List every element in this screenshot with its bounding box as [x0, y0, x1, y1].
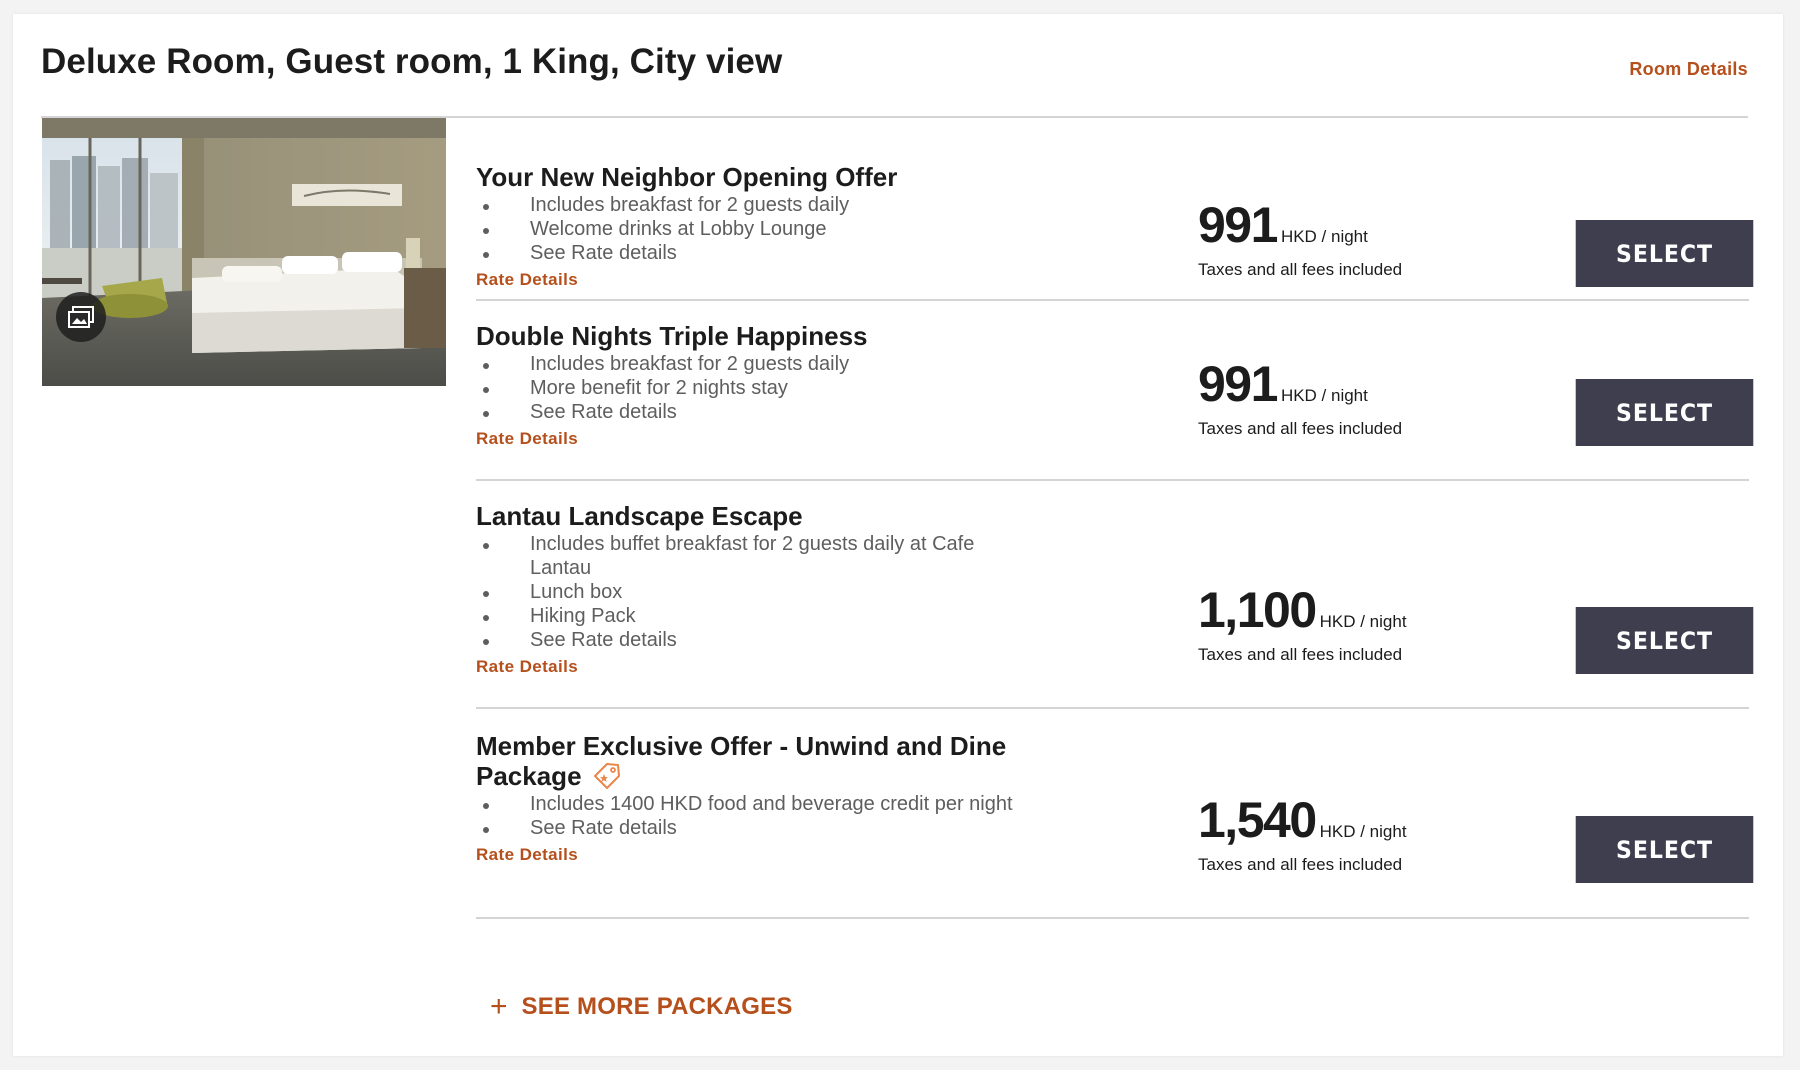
photo-gallery-button[interactable]: [56, 292, 106, 342]
rate-perks: Includes buffet breakfast for 2 guests d…: [476, 532, 1749, 652]
select-button[interactable]: SELECT: [1575, 379, 1754, 446]
plus-icon: +: [490, 990, 508, 1023]
select-button[interactable]: SELECT: [1575, 816, 1754, 883]
price-note: Taxes and all fees included: [1198, 419, 1403, 438]
rate-row: Lantau Landscape Escape Includes buffet …: [476, 481, 1754, 709]
room-title: Deluxe Room, Guest room, 1 King, City vi…: [41, 42, 783, 81]
rate-perks: Includes breakfast for 2 guests daily Mo…: [476, 352, 1749, 424]
price-amount: 991: [1198, 356, 1278, 412]
rate-details-link[interactable]: Rate Details: [476, 657, 578, 677]
room-details-link[interactable]: Room Details: [1629, 59, 1748, 80]
rate-details-link[interactable]: Rate Details: [476, 429, 578, 449]
see-more-label: SEE MORE PACKAGES: [521, 993, 793, 1020]
perk-item: Hiking Pack: [476, 604, 1036, 628]
price-block: 991 HKD / night Taxes and all fees includ…: [1198, 355, 1402, 439]
perk-item: See Rate details: [476, 400, 1036, 424]
rate-row: Member Exclusive Offer - Unwind and Dine…: [476, 709, 1754, 919]
price-unit: HKD / night: [1319, 822, 1407, 841]
rate-details-link[interactable]: Rate Details: [476, 845, 578, 865]
price-note: Taxes and all fees included: [1198, 645, 1403, 664]
perk-item: See Rate details: [476, 628, 1036, 652]
rate-info: Lantau Landscape Escape Includes buffet …: [476, 481, 1749, 677]
select-button[interactable]: SELECT: [1575, 607, 1754, 674]
price-note: Taxes and all fees included: [1198, 855, 1403, 874]
rate-name: Your New Neighbor Opening Offer: [476, 162, 898, 192]
price-block: 991 HKD / night Taxes and all fees includ…: [1198, 196, 1402, 280]
rate-info: Double Nights Triple Happiness Includes …: [476, 301, 1749, 449]
room-photo-image: [42, 118, 446, 386]
price-block: 1,540 HKD / night Taxes and all fees incl…: [1198, 791, 1407, 875]
room-card: Deluxe Room, Guest room, 1 King, City vi…: [13, 14, 1783, 1056]
perk-item: Includes buffet breakfast for 2 guests d…: [476, 532, 1036, 580]
perk-item: Lunch box: [476, 580, 1036, 604]
photo-gallery-icon: [68, 306, 94, 328]
perk-item: Includes breakfast for 2 guests daily: [476, 352, 1036, 376]
price-unit: HKD / night: [1280, 386, 1368, 405]
price-amount: 991: [1198, 197, 1278, 253]
rate-details-link[interactable]: Rate Details: [476, 270, 578, 290]
price-unit: HKD / night: [1319, 612, 1407, 631]
rate-info: Member Exclusive Offer - Unwind and Dine…: [476, 709, 1749, 865]
price-unit: HKD / night: [1280, 227, 1368, 246]
rate-name: Lantau Landscape Escape: [476, 501, 803, 531]
rate-row: Double Nights Triple Happiness Includes …: [476, 301, 1754, 481]
rate-name: Double Nights Triple Happiness: [476, 321, 868, 351]
rate-list: Your New Neighbor Opening Offer Includes…: [476, 118, 1754, 919]
see-more-packages-button[interactable]: + SEE MORE PACKAGES: [490, 992, 793, 1022]
perk-item: Includes breakfast for 2 guests daily: [476, 193, 1036, 217]
price-amount: 1,540: [1198, 792, 1317, 848]
select-button[interactable]: SELECT: [1575, 220, 1754, 287]
price-block: 1,100 HKD / night Taxes and all fees incl…: [1198, 581, 1407, 665]
perk-item: Welcome drinks at Lobby Lounge: [476, 217, 1036, 241]
perk-item: See Rate details: [476, 816, 1036, 840]
rate-perks: Includes breakfast for 2 guests daily We…: [476, 193, 1749, 265]
perk-item: More benefit for 2 nights stay: [476, 376, 1036, 400]
perk-item: Includes 1400 HKD food and beverage cred…: [476, 792, 1036, 816]
price-amount: 1,100: [1198, 582, 1317, 638]
room-photo[interactable]: [42, 118, 446, 386]
rate-info: Your New Neighbor Opening Offer Includes…: [476, 118, 1749, 290]
rate-name: Member Exclusive Offer - Unwind and Dine…: [476, 731, 1007, 791]
rate-row: Your New Neighbor Opening Offer Includes…: [476, 118, 1754, 301]
member-tag-icon: [593, 763, 620, 789]
perk-item: See Rate details: [476, 241, 1036, 265]
price-note: Taxes and all fees included: [1198, 260, 1403, 279]
rate-perks: Includes 1400 HKD food and beverage cred…: [476, 792, 1749, 840]
